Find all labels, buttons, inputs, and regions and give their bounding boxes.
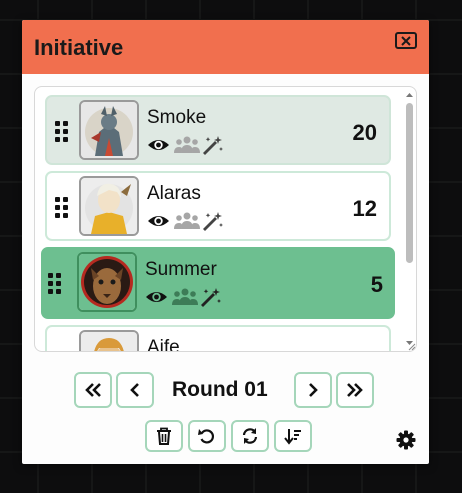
combatant-name: Smoke bbox=[147, 107, 207, 128]
drag-handle-icon[interactable] bbox=[55, 197, 69, 219]
gear-icon[interactable] bbox=[396, 430, 416, 450]
initiative-value[interactable]: 5 bbox=[371, 272, 383, 298]
clear-button[interactable] bbox=[145, 420, 183, 452]
avatar[interactable] bbox=[79, 100, 139, 160]
sort-button[interactable] bbox=[274, 420, 312, 452]
combatant-row[interactable]: Aife bbox=[45, 325, 391, 352]
first-round-button[interactable] bbox=[74, 372, 112, 408]
undo-button[interactable] bbox=[188, 420, 226, 452]
tool-bar bbox=[145, 420, 315, 452]
trash-icon bbox=[157, 427, 171, 445]
scrollbar-thumb[interactable] bbox=[406, 103, 413, 263]
sort-descending-icon bbox=[284, 429, 301, 445]
round-counter: Round 01 bbox=[172, 378, 268, 401]
drag-handle-icon[interactable] bbox=[55, 121, 69, 143]
avatar[interactable] bbox=[79, 176, 139, 236]
reroll-button[interactable] bbox=[231, 420, 269, 452]
double-chevron-right-icon bbox=[347, 383, 363, 397]
close-button[interactable] bbox=[395, 32, 417, 49]
magic-wand-icon[interactable] bbox=[201, 135, 224, 155]
avatar[interactable] bbox=[77, 252, 137, 312]
eye-icon[interactable] bbox=[145, 287, 168, 307]
eye-icon[interactable] bbox=[147, 135, 170, 155]
chevron-right-icon bbox=[309, 383, 318, 397]
last-round-button[interactable] bbox=[336, 372, 374, 408]
undo-icon bbox=[198, 429, 214, 444]
close-icon bbox=[401, 35, 411, 46]
combatant-row[interactable]: Alaras 12 bbox=[45, 171, 391, 241]
drag-handle-icon[interactable] bbox=[55, 351, 69, 352]
initiative-value[interactable]: 20 bbox=[353, 120, 377, 146]
magic-wand-icon[interactable] bbox=[201, 211, 224, 231]
sync-icon bbox=[242, 428, 258, 444]
round-navigation: Round 01 bbox=[74, 372, 376, 408]
combatant-name: Summer bbox=[145, 259, 217, 280]
scrollbar[interactable] bbox=[405, 91, 414, 347]
drag-handle-icon[interactable] bbox=[48, 273, 62, 295]
initiative-window: Initiative Smoke 20 Alaras 12 Summer 5 A… bbox=[22, 20, 429, 464]
magic-wand-icon[interactable] bbox=[199, 287, 222, 307]
scroll-up-arrow-icon[interactable] bbox=[405, 91, 414, 99]
chevron-left-icon bbox=[130, 383, 139, 397]
combatant-name: Alaras bbox=[147, 183, 201, 204]
eye-icon[interactable] bbox=[147, 211, 170, 231]
combatant-row[interactable]: Smoke 20 bbox=[45, 95, 391, 165]
initiative-value[interactable]: 12 bbox=[353, 196, 377, 222]
combatant-name: Aife bbox=[147, 337, 180, 352]
combatant-row-active[interactable]: Summer 5 bbox=[41, 247, 395, 319]
combatant-list[interactable]: Smoke 20 Alaras 12 Summer 5 Aife bbox=[34, 86, 417, 352]
window-header[interactable]: Initiative bbox=[22, 20, 429, 74]
users-icon[interactable] bbox=[174, 135, 200, 155]
double-chevron-left-icon bbox=[85, 383, 101, 397]
avatar[interactable] bbox=[79, 330, 139, 351]
users-icon[interactable] bbox=[172, 287, 198, 307]
previous-turn-button[interactable] bbox=[116, 372, 154, 408]
window-title: Initiative bbox=[34, 35, 124, 60]
next-turn-button[interactable] bbox=[294, 372, 332, 408]
users-icon[interactable] bbox=[174, 211, 200, 231]
resize-handle-icon[interactable] bbox=[407, 342, 416, 351]
